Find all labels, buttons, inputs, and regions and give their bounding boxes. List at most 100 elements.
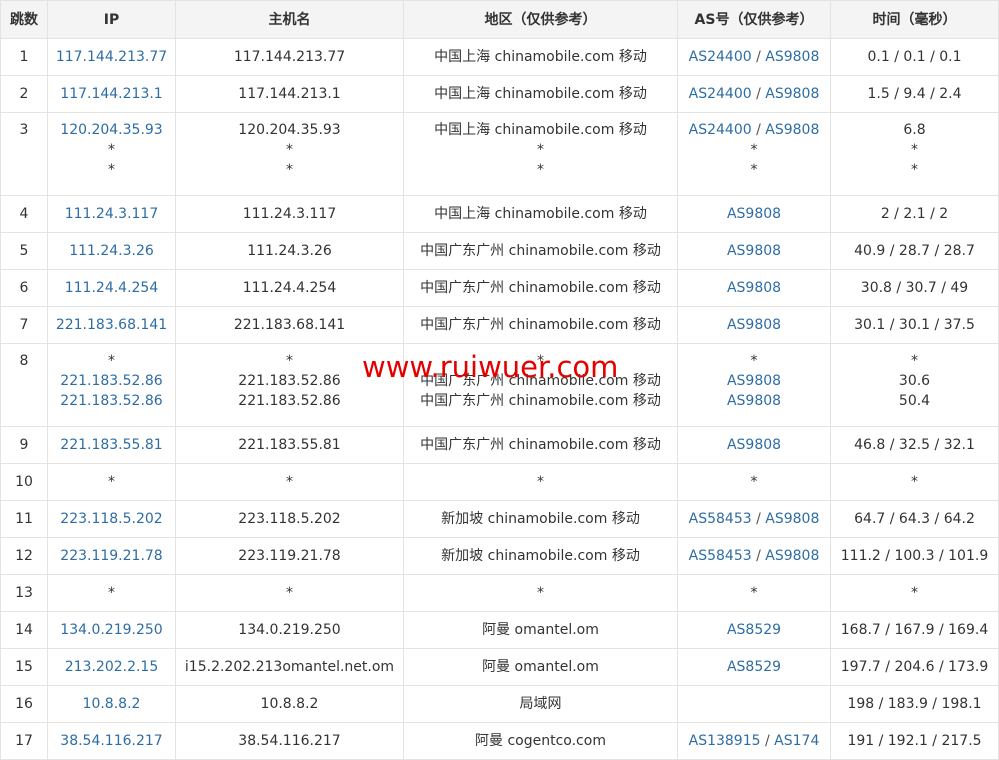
as-link[interactable]: AS138915 bbox=[689, 733, 761, 749]
hostname: i15.2.202.213omantel.net.om bbox=[184, 659, 395, 675]
latency-cell: 198 / 183.9 / 198.1 bbox=[830, 685, 999, 723]
as-link[interactable]: AS9808 bbox=[727, 393, 781, 409]
as-line: AS8529 bbox=[678, 620, 830, 640]
hop-number: 12 bbox=[15, 548, 33, 564]
hop-number: 16 bbox=[15, 696, 33, 712]
as-link: * bbox=[750, 474, 758, 490]
ip-address-cell: 117.144.213.1 bbox=[47, 75, 176, 113]
as-link[interactable]: AS174 bbox=[774, 733, 819, 749]
ip-address-cell: * 221.183.52.86 221.183.52.86 bbox=[47, 343, 176, 427]
hostname-cell: * bbox=[175, 463, 404, 501]
region: 阿曼 omantel.om bbox=[482, 659, 599, 675]
ip-address-cell: 223.119.21.78 bbox=[47, 537, 176, 575]
as-cell: AS24400 / AS9808 bbox=[677, 75, 831, 113]
region: 新加坡 chinamobile.com 移动 bbox=[441, 548, 640, 564]
region-cell: 中国广东广州 chinamobile.com 移动 bbox=[403, 269, 678, 307]
as-line: AS24400 / AS9808 bbox=[678, 120, 830, 140]
hostname: 111.24.3.26 bbox=[247, 243, 332, 259]
as-link[interactable]: AS24400 bbox=[689, 49, 752, 65]
ip-address[interactable]: 10.8.8.2 bbox=[48, 694, 175, 714]
as-line: AS9808 bbox=[678, 371, 830, 391]
as-line: AS9808 bbox=[678, 315, 830, 335]
as-line bbox=[678, 694, 830, 714]
ip-address[interactable]: 223.118.5.202 bbox=[48, 509, 175, 529]
region: 阿曼 cogentco.com bbox=[475, 733, 606, 749]
region-cell: * bbox=[403, 574, 678, 612]
as-separator: / bbox=[751, 86, 766, 102]
latency: 198 / 183.9 / 198.1 bbox=[847, 696, 982, 712]
as-cell: * bbox=[677, 463, 831, 501]
ip-address[interactable]: 111.24.3.26 bbox=[48, 241, 175, 261]
ip-address[interactable]: 38.54.116.217 bbox=[48, 731, 175, 751]
as-link[interactable]: AS8529 bbox=[727, 622, 781, 638]
hop-cell: 14 bbox=[0, 611, 48, 649]
ip-address[interactable]: 111.24.3.117 bbox=[48, 204, 175, 224]
ip-address: * bbox=[108, 142, 115, 158]
region: 中国广东广州 chinamobile.com 移动 bbox=[420, 280, 661, 296]
hop-number: 17 bbox=[15, 733, 33, 749]
ip-address[interactable]: 117.144.213.1 bbox=[48, 84, 175, 104]
as-line: AS8529 bbox=[678, 657, 830, 677]
as-link[interactable]: AS8529 bbox=[727, 659, 781, 675]
as-link[interactable]: AS24400 bbox=[689, 122, 752, 138]
region: 中国上海 chinamobile.com 移动 bbox=[434, 122, 647, 138]
region: 中国广东广州 chinamobile.com 移动 bbox=[420, 437, 661, 453]
latency-cell: 64.7 / 64.3 / 64.2 bbox=[830, 500, 999, 538]
latency-cell: * 30.6 50.4 bbox=[830, 343, 999, 427]
hostname-cell: 117.144.213.77 bbox=[175, 38, 404, 76]
as-link[interactable]: AS9808 bbox=[727, 206, 781, 222]
ip-address[interactable]: 111.24.4.254 bbox=[48, 278, 175, 298]
as-line: * bbox=[678, 351, 830, 371]
ip-address[interactable]: 120.204.35.93 bbox=[48, 120, 175, 140]
as-link[interactable]: AS9808 bbox=[765, 511, 819, 527]
ip-address[interactable]: 223.119.21.78 bbox=[48, 546, 175, 566]
ip-address[interactable]: 134.0.219.250 bbox=[48, 620, 175, 640]
hop-number: 4 bbox=[19, 206, 29, 222]
latency: 64.7 / 64.3 / 64.2 bbox=[854, 511, 975, 527]
ip-address[interactable]: 221.183.68.141 bbox=[48, 315, 175, 335]
as-link[interactable]: AS9808 bbox=[765, 122, 819, 138]
region: 中国上海 chinamobile.com 移动 bbox=[434, 49, 647, 65]
latency-cell: 46.8 / 32.5 / 32.1 bbox=[830, 426, 999, 464]
region: 中国广东广州 chinamobile.com 移动 bbox=[420, 393, 661, 409]
region: * bbox=[537, 142, 544, 158]
as-line: * bbox=[678, 160, 830, 180]
as-link[interactable]: AS9808 bbox=[727, 437, 781, 453]
as-link[interactable]: AS9808 bbox=[765, 548, 819, 564]
hop-number: 3 bbox=[19, 122, 29, 138]
latency: * bbox=[911, 353, 918, 369]
as-line: AS9808 bbox=[678, 241, 830, 261]
ip-address[interactable]: 117.144.213.77 bbox=[48, 47, 175, 67]
as-cell: AS8529 bbox=[677, 648, 831, 686]
as-link[interactable]: AS58453 bbox=[689, 548, 752, 564]
as-link[interactable]: AS9808 bbox=[727, 317, 781, 333]
as-link[interactable]: AS9808 bbox=[765, 49, 819, 65]
as-link[interactable]: AS9808 bbox=[765, 86, 819, 102]
as-cell: * AS9808 AS9808 bbox=[677, 343, 831, 427]
hostname-cell: 10.8.8.2 bbox=[175, 685, 404, 723]
latency: 30.1 / 30.1 / 37.5 bbox=[854, 317, 975, 333]
region: 局域网 bbox=[519, 696, 562, 712]
as-link[interactable]: AS9808 bbox=[727, 373, 781, 389]
latency: 168.7 / 167.9 / 169.4 bbox=[840, 622, 989, 638]
as-link[interactable]: AS58453 bbox=[689, 511, 752, 527]
as-cell: AS9808 bbox=[677, 306, 831, 344]
latency-cell: 30.1 / 30.1 / 37.5 bbox=[830, 306, 999, 344]
as-link[interactable]: AS24400 bbox=[689, 86, 752, 102]
hop-number: 8 bbox=[19, 353, 29, 369]
hostname: 134.0.219.250 bbox=[238, 622, 341, 638]
hostname-cell: 221.183.68.141 bbox=[175, 306, 404, 344]
as-link[interactable]: AS9808 bbox=[727, 280, 781, 296]
ip-address: * bbox=[108, 162, 115, 178]
hostname: * bbox=[286, 142, 293, 158]
latency: * bbox=[911, 585, 918, 601]
ip-address[interactable]: 221.183.52.86 bbox=[48, 371, 175, 391]
hostname-cell: i15.2.202.213omantel.net.om bbox=[175, 648, 404, 686]
hop-number: 2 bbox=[19, 86, 29, 102]
ip-address[interactable]: 213.202.2.15 bbox=[48, 657, 175, 677]
ip-address[interactable]: 221.183.55.81 bbox=[48, 435, 175, 455]
ip-address[interactable]: 221.183.52.86 bbox=[48, 391, 175, 411]
as-separator: / bbox=[751, 511, 766, 527]
as-link[interactable]: AS9808 bbox=[727, 243, 781, 259]
table-row: 7 221.183.68.141 221.183.68.141 中国广东广州 chin… bbox=[0, 306, 999, 344]
